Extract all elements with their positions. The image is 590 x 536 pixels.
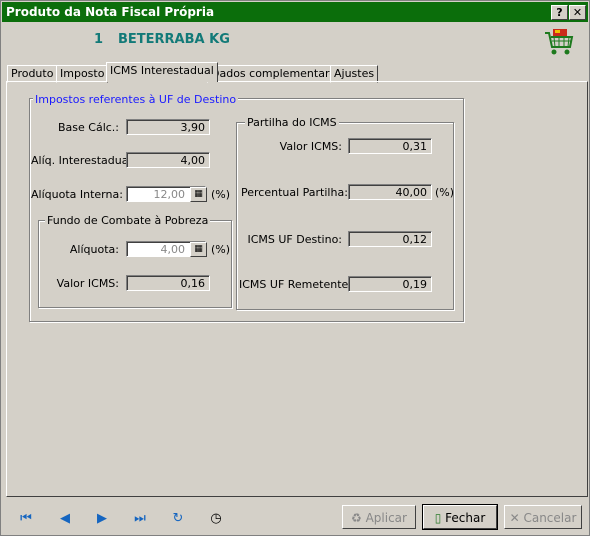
fundo-group-title: Fundo de Combate à Pobreza <box>45 214 211 227</box>
tab-icms-interestadual[interactable]: ICMS Interestadual <box>106 62 218 82</box>
percentual-partilha-unit: (%) <box>435 186 455 199</box>
aplicar-label: Aplicar <box>365 511 407 525</box>
icms-destino-label: ICMS UF Destino: <box>247 233 342 246</box>
base-calc-label: Base Cálc.: <box>57 121 119 134</box>
partilha-valor-icms-field: 0,31 <box>348 138 432 154</box>
close-button[interactable]: ✕ <box>569 5 586 20</box>
window-title: Produto da Nota Fiscal Própria <box>6 5 215 19</box>
help-button[interactable]: ? <box>551 5 568 20</box>
cart-icon <box>545 29 574 55</box>
percentual-partilha-label: Percentual Partilha: <box>241 186 348 199</box>
cancel-icon: ✕ <box>509 511 520 525</box>
cancelar-label: Cancelar <box>523 511 577 525</box>
calculator-icon[interactable]: ▦ <box>190 187 207 202</box>
icms-remetente-field: 0,19 <box>348 276 432 292</box>
clock-icon[interactable]: ◷ <box>208 511 224 527</box>
fundo-valor-icms-field: 0,16 <box>126 275 210 291</box>
product-name: BETERRABA KG <box>118 32 230 47</box>
dialog-window: Produto da Nota Fiscal Própria ? ✕ 1 BET… <box>0 0 590 536</box>
percentual-partilha-field: 40,00 <box>348 184 432 200</box>
door-icon: ▯ <box>434 511 442 525</box>
first-record-icon[interactable]: ⏮ <box>18 511 34 527</box>
product-header: 1 BETERRABA KG <box>2 22 588 62</box>
fundo-aliquota-unit: (%) <box>211 243 231 256</box>
last-record-icon[interactable]: ⏭ <box>132 511 148 527</box>
previous-record-icon[interactable]: ◀ <box>57 511 73 527</box>
aplicar-button[interactable]: ♻ Aplicar <box>342 505 416 529</box>
icms-destino-field: 0,12 <box>348 231 432 247</box>
fundo-aliquota-label: Alíquota: <box>69 243 119 256</box>
base-calc-field: 3,90 <box>126 119 210 135</box>
title-bar[interactable]: Produto da Nota Fiscal Própria ? ✕ <box>2 2 588 22</box>
partilha-valor-icms-label: Valor ICMS: <box>279 140 342 153</box>
dest-group-title: Impostos referentes à UF de Destino <box>33 93 239 106</box>
fundo-group <box>38 220 232 308</box>
cancelar-button[interactable]: ✕ Cancelar <box>504 505 582 529</box>
fechar-label: Fechar <box>445 511 486 525</box>
apply-icon: ♻ <box>351 511 362 525</box>
calculator-icon[interactable]: ▦ <box>190 242 207 257</box>
next-record-icon[interactable]: ▶ <box>94 511 110 527</box>
fechar-button[interactable]: ▯ Fechar <box>422 504 498 530</box>
partilha-group-title: Partilha do ICMS <box>245 116 339 129</box>
aliq-interestadual-field: 4,00 <box>126 152 210 168</box>
aliq-interestadual-label: Alíq. Interestadual: <box>31 154 136 167</box>
item-number: 1 <box>94 32 104 47</box>
aliq-interna-label: Alíquota Interna: <box>31 188 123 201</box>
fundo-valor-icms-label: Valor ICMS: <box>56 277 119 290</box>
aliq-interna-unit: (%) <box>211 188 231 201</box>
icms-remetente-label: ICMS UF Remetente: <box>239 278 353 291</box>
refresh-icon[interactable]: ↻ <box>170 511 186 527</box>
